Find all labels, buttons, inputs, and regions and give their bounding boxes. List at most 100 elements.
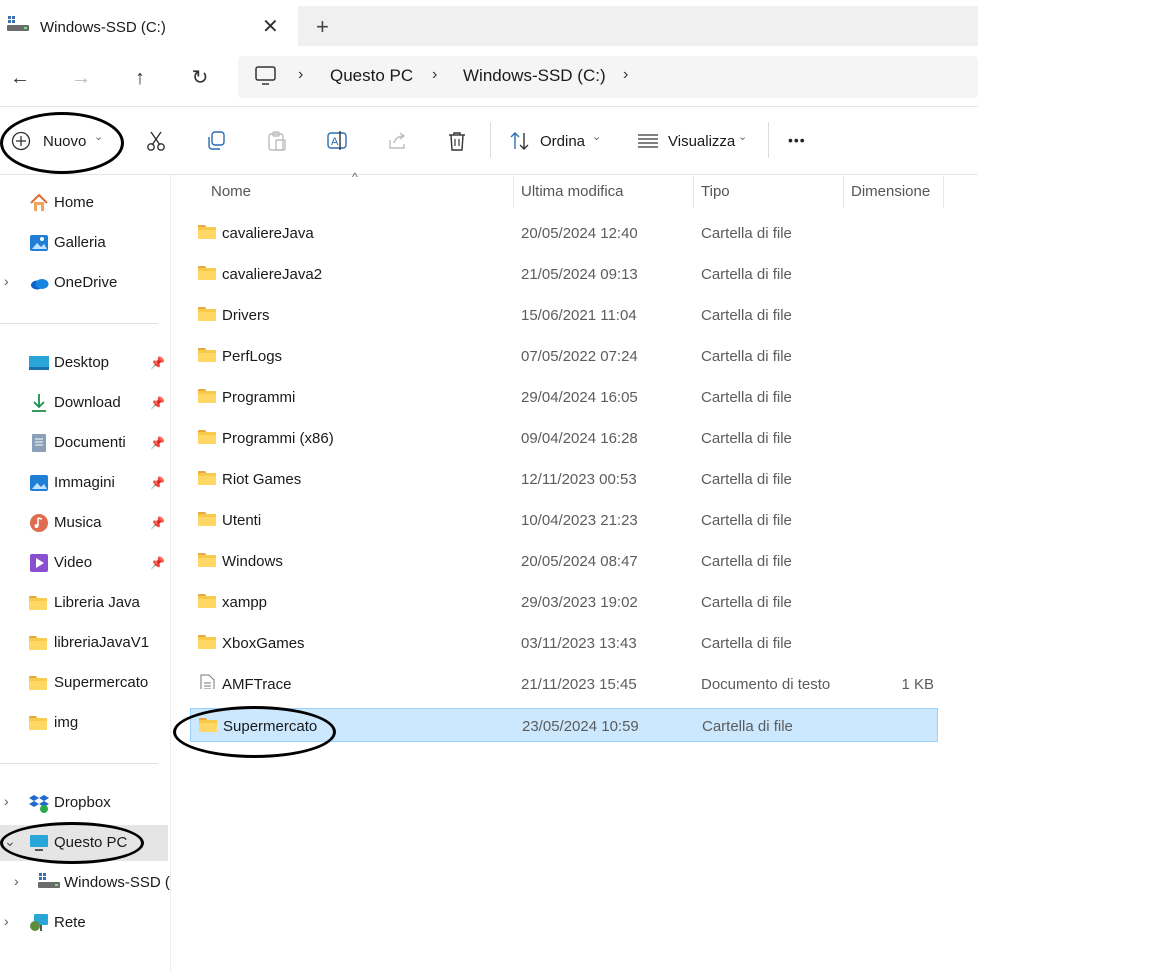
folder-icon bbox=[29, 713, 49, 733]
refresh-button[interactable]: ↻ bbox=[186, 64, 214, 92]
expand-chevron-icon[interactable]: › bbox=[4, 793, 9, 809]
table-row[interactable]: Utenti 10/04/2023 21:23 Cartella di file bbox=[190, 503, 938, 537]
expand-chevron-icon[interactable]: › bbox=[14, 873, 19, 889]
sidebar-item-download[interactable]: Download 📌 bbox=[0, 385, 168, 421]
file-modified: 29/04/2024 16:05 bbox=[521, 389, 638, 406]
pin-icon[interactable]: 📌 bbox=[150, 356, 165, 370]
table-row[interactable]: XboxGames 03/11/2023 13:43 Cartella di fil… bbox=[190, 626, 938, 660]
rename-icon[interactable]: A bbox=[326, 130, 348, 152]
breadcrumb-drive[interactable]: Windows-SSD (C:) bbox=[463, 66, 606, 86]
breadcrumb-chevron[interactable]: › bbox=[623, 66, 628, 84]
column-header-name[interactable]: Nome bbox=[211, 183, 251, 200]
folder-icon bbox=[29, 593, 49, 613]
table-row[interactable]: PerfLogs 07/05/2022 07:24 Cartella di file bbox=[190, 339, 938, 373]
back-button[interactable]: ← bbox=[6, 64, 34, 92]
file-modified: 07/05/2022 07:24 bbox=[521, 348, 638, 365]
table-row[interactable]: xampp 29/03/2023 19:02 Cartella di file bbox=[190, 585, 938, 619]
table-row[interactable]: AMFTrace 21/11/2023 15:45 Documento di tes… bbox=[190, 667, 938, 701]
breadcrumb-chevron[interactable]: › bbox=[298, 66, 303, 84]
view-label: Visualizza bbox=[668, 133, 736, 150]
pictures-icon bbox=[30, 475, 48, 491]
breadcrumb-chevron[interactable]: › bbox=[432, 66, 437, 84]
folder-icon bbox=[198, 389, 216, 404]
new-tab-button[interactable]: + bbox=[316, 14, 329, 40]
file-modified: 15/06/2021 11:04 bbox=[521, 307, 637, 324]
breadcrumb-this-pc[interactable]: Questo PC bbox=[330, 66, 413, 86]
pin-icon[interactable]: 📌 bbox=[150, 476, 165, 490]
title-bar-drag-area[interactable] bbox=[298, 6, 978, 46]
file-modified: 21/05/2024 09:13 bbox=[521, 266, 638, 283]
column-divider[interactable] bbox=[513, 176, 514, 208]
sidebar-item-label: Galleria bbox=[54, 234, 106, 251]
drive-icon bbox=[7, 16, 29, 31]
sidebar-item-documents[interactable]: Documenti 📌 bbox=[0, 425, 168, 461]
more-options-button[interactable]: ••• bbox=[788, 132, 806, 148]
close-tab-button[interactable]: ✕ bbox=[262, 14, 279, 39]
sidebar-item-pictures[interactable]: Immagini 📌 bbox=[0, 465, 168, 501]
sidebar-item-label: Desktop bbox=[54, 354, 110, 371]
sidebar-item-onedrive[interactable]: › OneDrive bbox=[0, 265, 168, 301]
sidebar-item-home[interactable]: Home bbox=[0, 185, 168, 221]
pin-icon[interactable]: 📌 bbox=[150, 556, 165, 570]
column-header-type[interactable]: Tipo bbox=[701, 183, 730, 200]
file-name: Windows bbox=[222, 553, 283, 570]
paste-icon[interactable] bbox=[266, 130, 288, 152]
documents-icon bbox=[32, 434, 46, 452]
pin-icon[interactable]: 📌 bbox=[150, 436, 165, 450]
file-type: Cartella di file bbox=[701, 225, 792, 242]
column-divider[interactable] bbox=[843, 176, 844, 208]
file-size: 1 KB bbox=[901, 676, 934, 693]
sidebar-item-img[interactable]: img bbox=[0, 705, 168, 741]
sidebar-item-libreria-java[interactable]: Libreria Java bbox=[0, 585, 168, 621]
tab-title: Windows-SSD (C:) bbox=[40, 19, 166, 36]
file-name: Drivers bbox=[222, 307, 270, 324]
table-row[interactable]: Programmi (x86) 09/04/2024 16:28 Cartella … bbox=[190, 421, 938, 455]
sidebar-item-desktop[interactable]: Desktop 📌 bbox=[0, 345, 168, 381]
share-icon[interactable] bbox=[386, 130, 408, 152]
table-row[interactable]: Drivers 15/06/2021 11:04 Cartella di file bbox=[190, 298, 938, 332]
dropbox-icon bbox=[29, 795, 49, 813]
column-header-modified[interactable]: Ultima modifica bbox=[521, 183, 624, 200]
folder-icon bbox=[198, 266, 216, 281]
up-button[interactable]: ↑ bbox=[126, 64, 154, 92]
folder-icon bbox=[198, 512, 216, 527]
column-header-size[interactable]: Dimensione bbox=[851, 183, 930, 200]
sidebar-item-windows-ssd[interactable]: › Windows-SSD (C:) bbox=[0, 865, 170, 901]
file-name: xampp bbox=[222, 594, 268, 611]
pin-icon[interactable]: 📌 bbox=[150, 516, 165, 530]
table-row[interactable]: Riot Games 12/11/2023 00:53 Cartella di fi… bbox=[190, 462, 938, 496]
video-icon bbox=[30, 554, 48, 572]
sidebar-item-librariajavav1[interactable]: libreriaJavaV1 bbox=[0, 625, 168, 661]
sort-icon bbox=[510, 132, 529, 150]
folder-icon bbox=[198, 553, 216, 568]
table-row[interactable]: Programmi 29/04/2024 16:05 Cartella di fil… bbox=[190, 380, 938, 414]
file-name: Utenti bbox=[222, 512, 262, 529]
delete-icon[interactable] bbox=[446, 130, 468, 152]
monitor-icon bbox=[255, 66, 276, 85]
copy-icon[interactable] bbox=[205, 130, 227, 152]
pin-icon[interactable]: 📌 bbox=[150, 396, 165, 410]
expand-chevron-icon[interactable]: › bbox=[4, 913, 9, 929]
sidebar-item-supermercato[interactable]: Supermercato bbox=[0, 665, 168, 701]
sidebar-item-network[interactable]: › Rete bbox=[0, 905, 168, 941]
gallery-icon bbox=[30, 235, 48, 251]
table-row[interactable]: Windows 20/05/2024 08:47 Cartella di file bbox=[190, 544, 938, 578]
column-divider[interactable] bbox=[943, 176, 944, 208]
sidebar-item-label: Dropbox bbox=[54, 794, 111, 811]
folder-icon bbox=[198, 430, 216, 445]
table-row[interactable]: cavaliereJava 20/05/2024 12:40 Cartella di… bbox=[190, 216, 938, 250]
svg-text:A: A bbox=[331, 136, 339, 148]
column-divider[interactable] bbox=[693, 176, 694, 208]
cut-icon[interactable] bbox=[145, 130, 167, 152]
sidebar-item-music[interactable]: Musica 📌 bbox=[0, 505, 168, 541]
sidebar-item-video[interactable]: Video 📌 bbox=[0, 545, 168, 581]
sidebar-item-gallery[interactable]: Galleria bbox=[0, 225, 168, 261]
annotation-circle-new bbox=[0, 112, 124, 174]
file-name: Riot Games bbox=[222, 471, 302, 488]
sidebar-item-dropbox[interactable]: › Dropbox bbox=[0, 785, 168, 821]
expand-chevron-icon[interactable]: › bbox=[4, 273, 9, 289]
sidebar-item-label: libreriaJavaV1 bbox=[54, 634, 150, 651]
file-type: Documento di testo bbox=[701, 676, 831, 693]
forward-button[interactable]: → bbox=[67, 64, 95, 92]
table-row[interactable]: cavaliereJava2 21/05/2024 09:13 Cartella d… bbox=[190, 257, 938, 291]
